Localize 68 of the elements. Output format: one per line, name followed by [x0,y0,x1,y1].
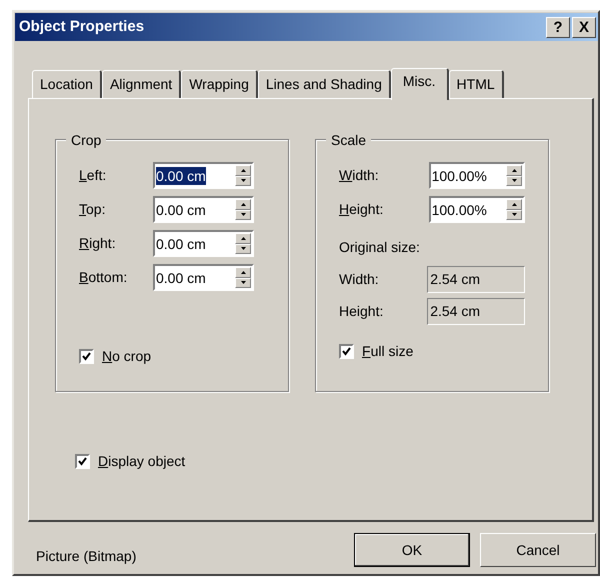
readonly-field: 2.54 cm [427,266,525,293]
readonly-field: 2.54 cm [427,298,525,325]
up-arrow-icon [240,202,246,206]
tab[interactable]: Misc. [390,68,449,100]
spin-field[interactable]: 100.00% [428,196,525,223]
spin-field[interactable]: 0.00 cm [153,162,254,189]
tab[interactable]: HTML [448,70,504,98]
spin-field[interactable]: 0.00 cm [153,196,254,223]
down-arrow-icon [240,213,246,216]
help-button[interactable]: ? [546,16,570,38]
down-arrow-icon [512,213,516,216]
close-button[interactable]: X [572,16,596,38]
field-value: 0.00 cm [156,200,206,218]
checkbox-label: No crop [102,347,152,366]
checkbox[interactable] [339,344,354,359]
up-arrow-icon [240,168,246,172]
checkbox-label: Full size [362,342,414,361]
tab[interactable]: Location [32,70,102,98]
spin-field[interactable]: 0.00 cm [153,230,254,257]
spin-field[interactable]: 0.00 cm [153,264,254,291]
spin-up-button[interactable] [235,165,251,176]
field-value: 0.00 cm [156,166,206,184]
field-label: Width: [339,270,380,289]
up-arrow-icon [512,168,516,172]
check-icon [78,457,87,466]
tab[interactable]: Wrapping [181,70,258,98]
field-value: 100.00% [432,200,487,218]
spin-down-button[interactable] [506,210,522,220]
spin-up-button[interactable] [506,199,522,210]
up-arrow-icon [240,236,246,240]
down-arrow-icon [240,247,246,250]
up-arrow-icon [512,202,516,206]
spin-down-button[interactable] [235,278,251,288]
spin-up-button[interactable] [235,267,251,278]
status-text: Picture (Bitmap) [36,546,138,566]
spin-down-button[interactable] [506,176,522,186]
field-value: 100.00% [432,166,487,184]
down-arrow-icon [240,179,246,182]
down-arrow-icon [512,179,516,182]
check-icon [82,352,91,361]
section-label: Original size: [339,238,421,257]
cancel-button[interactable]: Cancel [480,533,596,567]
field-label: Width: [339,166,380,185]
checkbox-label: Display object [98,452,186,471]
up-arrow-icon [240,270,246,274]
field-label: Bottom: [79,268,128,287]
field-label: Right: [79,234,117,253]
checkbox[interactable] [75,454,90,469]
field-label: Top: [79,200,106,219]
down-arrow-icon [240,281,246,284]
checkbox[interactable] [79,349,94,364]
spin-down-button[interactable] [235,210,251,220]
field-label: Height: [339,302,384,321]
field-label: Height: [339,200,384,219]
ok-button[interactable]: OK [354,533,470,567]
spin-down-button[interactable] [235,176,251,186]
field-value: 0.00 cm [156,268,206,286]
field-value: 0.00 cm [156,234,206,252]
spin-up-button[interactable] [506,165,522,176]
tab[interactable]: Lines and Shading [258,70,391,98]
spin-up-button[interactable] [235,199,251,210]
tab[interactable]: Alignment [102,70,182,98]
spin-down-button[interactable] [235,244,251,254]
check-icon [342,347,351,356]
field-label: Left: [79,166,108,185]
spin-up-button[interactable] [235,233,251,244]
spin-field[interactable]: 100.00% [428,162,525,189]
window-title: Object Properties [19,16,146,37]
